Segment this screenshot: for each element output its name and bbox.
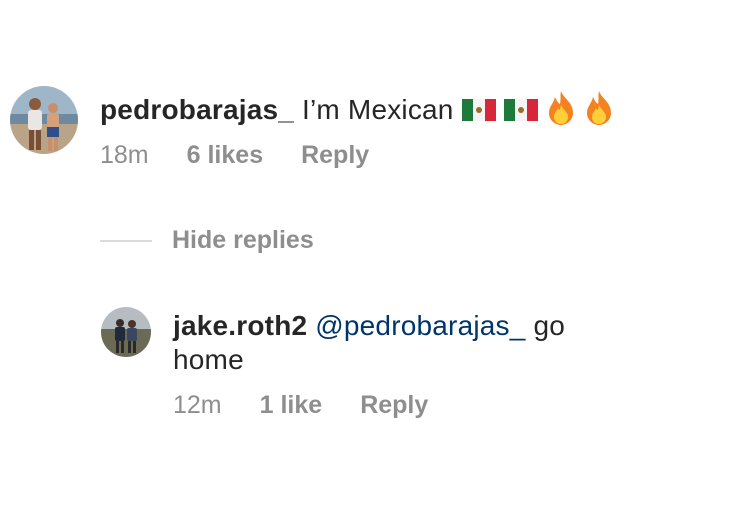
likes-count-button[interactable]: 6 likes	[187, 141, 263, 170]
reply-username[interactable]: jake.roth2	[173, 310, 307, 341]
hide-replies-toggle[interactable]: Hide replies	[100, 226, 314, 255]
reply-text: go	[533, 310, 566, 341]
mention-link[interactable]: @pedrobarajas_	[315, 310, 525, 341]
reply-meta: 12m 1 like Reply	[173, 391, 565, 420]
fire-icon	[584, 90, 614, 126]
fire-icon	[546, 90, 576, 126]
reply-button[interactable]: Reply	[301, 141, 369, 170]
mexico-flag-icon	[461, 95, 496, 121]
comment-text-line: pedrobarajas_ I’m Mexican	[100, 90, 614, 127]
avatar[interactable]	[10, 86, 78, 154]
reply-timestamp: 12m	[173, 391, 222, 419]
mexico-flag-icon	[503, 95, 538, 121]
comment-text: I’m Mexican	[302, 94, 454, 125]
reply-text-line: jake.roth2 @pedrobarajas_ go	[173, 309, 565, 343]
comment-username[interactable]: pedrobarajas_	[100, 94, 294, 125]
likes-count-button[interactable]: 1 like	[260, 391, 323, 420]
comment-timestamp: 18m	[100, 141, 149, 169]
divider	[100, 239, 152, 242]
reply-text-line-2: home	[173, 343, 565, 377]
comments-thread: pedrobarajas_ I’m Mexican 18m 6 likes Re…	[0, 0, 750, 510]
reply-comment: jake.roth2 @pedrobarajas_ go home 12m 1 …	[101, 307, 565, 420]
comment-meta: 18m 6 likes Reply	[100, 141, 614, 170]
reply-button[interactable]: Reply	[360, 391, 428, 420]
avatar[interactable]	[101, 307, 151, 357]
hide-replies-label[interactable]: Hide replies	[172, 226, 314, 255]
reply-text-continued: home	[173, 344, 244, 375]
comment: pedrobarajas_ I’m Mexican 18m 6 likes Re…	[10, 86, 614, 170]
